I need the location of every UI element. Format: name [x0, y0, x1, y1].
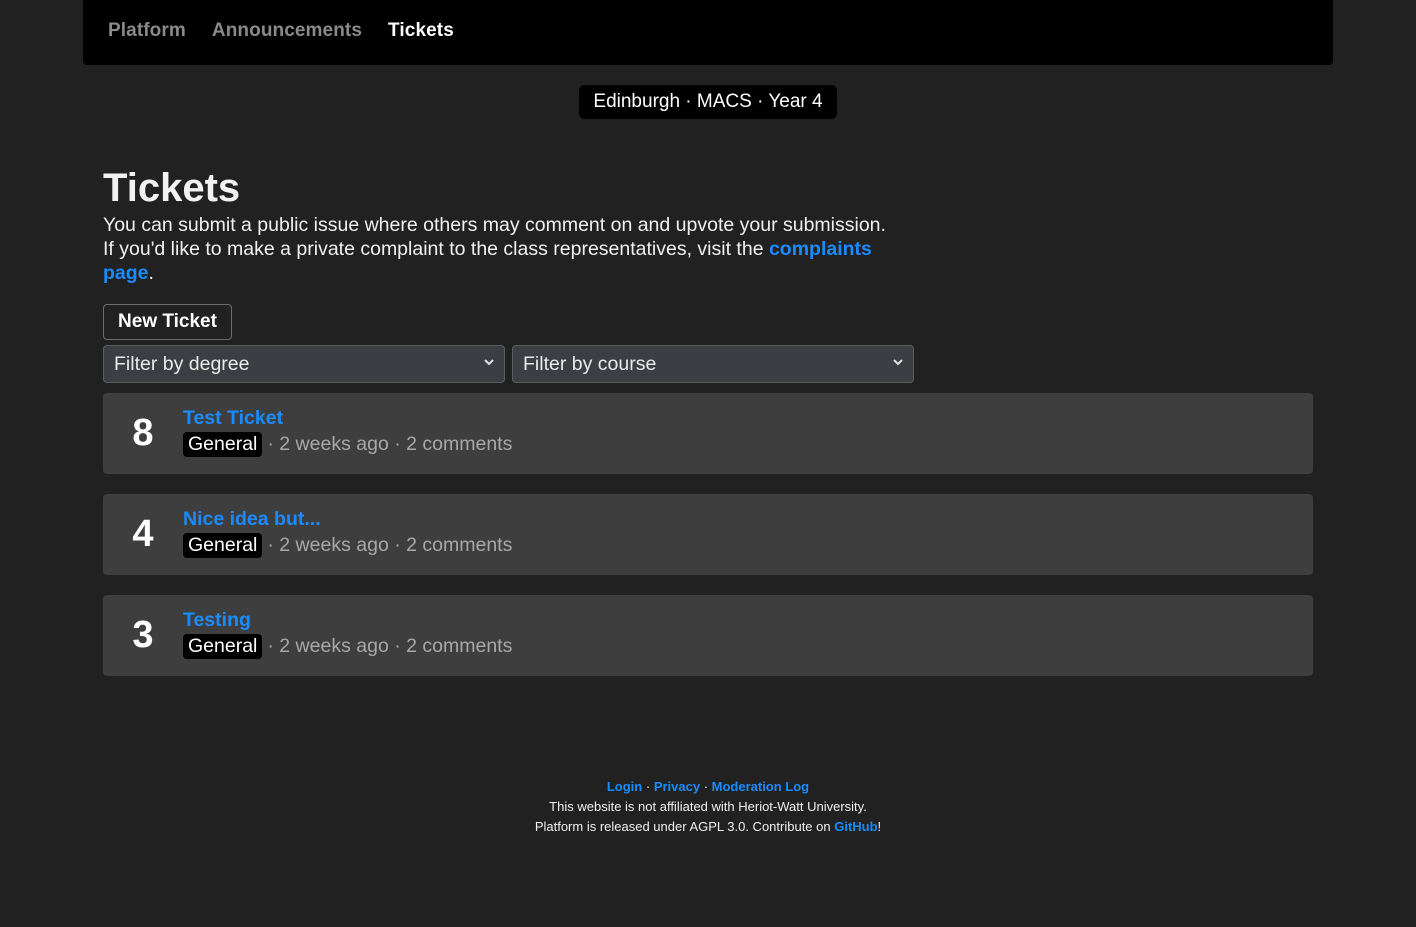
- footer-license-text: Platform is released under AGPL 3.0. Con…: [534, 819, 835, 834]
- intro-text-after: .: [148, 262, 154, 284]
- footer-github-link[interactable]: GitHub: [834, 819, 877, 834]
- course-filter-value: Filter by course: [523, 352, 657, 375]
- ticket-item[interactable]: 4 Nice idea but... General · 2 weeks ago…: [103, 494, 1313, 575]
- footer: Login · Privacy · Moderation Log This we…: [0, 777, 1416, 837]
- ticket-item[interactable]: 8 Test Ticket General · 2 weeks ago · 2 …: [103, 393, 1313, 474]
- ticket-tag: General: [183, 633, 263, 659]
- footer-moderation-log-link[interactable]: Moderation Log: [712, 779, 810, 794]
- ticket-title-link[interactable]: Testing: [183, 609, 512, 631]
- footer-links: Login · Privacy · Moderation Log: [0, 777, 1416, 797]
- top-navbar: Platform Announcements Tickets: [83, 0, 1333, 65]
- footer-separator: ·: [700, 779, 712, 794]
- degree-filter-value: Filter by degree: [114, 352, 250, 375]
- ticket-comments: 2 comments: [406, 432, 513, 455]
- ticket-title-link[interactable]: Nice idea but...: [183, 508, 512, 530]
- ticket-age: 2 weeks ago: [279, 533, 389, 556]
- footer-privacy-link[interactable]: Privacy: [654, 779, 700, 794]
- footer-license: Platform is released under AGPL 3.0. Con…: [0, 817, 1416, 837]
- intro-text: You can submit a public issue where othe…: [103, 213, 893, 285]
- ticket-age: 2 weeks ago: [279, 432, 389, 455]
- meta-separator: ·: [267, 432, 280, 455]
- filters-row: Filter by degree Filter by course: [103, 345, 1313, 383]
- meta-separator: ·: [388, 634, 407, 657]
- ticket-tag: General: [183, 532, 263, 558]
- meta-separator: ·: [267, 634, 280, 657]
- ticket-score: 8: [132, 412, 154, 454]
- ticket-item[interactable]: 3 Testing General · 2 weeks ago · 2 comm…: [103, 595, 1313, 676]
- ticket-body: Testing General · 2 weeks ago · 2 commen…: [183, 609, 513, 659]
- ticket-score: 4: [132, 513, 154, 555]
- page-title: Tickets: [103, 166, 241, 210]
- footer-separator: ·: [642, 779, 654, 794]
- ticket-body: Test Ticket General · 2 weeks ago · 2 co…: [183, 407, 513, 457]
- course-filter-select[interactable]: Filter by course: [512, 345, 914, 383]
- footer-license-end: !: [877, 819, 882, 834]
- new-ticket-button[interactable]: New Ticket: [103, 304, 232, 340]
- ticket-meta: General · 2 weeks ago · 2 comments: [183, 633, 513, 659]
- ticket-comments: 2 comments: [406, 634, 513, 657]
- chevron-down-icon: [484, 359, 494, 366]
- ticket-title-link[interactable]: Test Ticket: [183, 407, 512, 429]
- main-content: Tickets You can submit a public issue wh…: [103, 165, 1313, 676]
- ticket-meta: General · 2 weeks ago · 2 comments: [183, 532, 513, 558]
- nav-tickets[interactable]: Tickets: [388, 20, 454, 42]
- meta-separator: ·: [388, 533, 407, 556]
- ticket-meta: General · 2 weeks ago · 2 comments: [183, 431, 513, 457]
- nav-announcements[interactable]: Announcements: [212, 20, 362, 42]
- ticket-age: 2 weeks ago: [279, 634, 389, 657]
- meta-separator: ·: [388, 432, 407, 455]
- chevron-down-icon: [893, 359, 903, 366]
- ticket-list: 8 Test Ticket General · 2 weeks ago · 2 …: [103, 393, 1313, 676]
- ticket-tag: General: [183, 431, 263, 457]
- nav-platform[interactable]: Platform: [108, 20, 186, 42]
- ticket-body: Nice idea but... General · 2 weeks ago ·…: [183, 508, 513, 558]
- ticket-comments: 2 comments: [406, 533, 513, 556]
- ticket-score: 3: [132, 614, 154, 656]
- degree-filter-select[interactable]: Filter by degree: [103, 345, 505, 383]
- footer-disclaimer: This website is not affiliated with Heri…: [549, 799, 867, 814]
- meta-separator: ·: [267, 533, 280, 556]
- footer-login-link[interactable]: Login: [607, 779, 642, 794]
- context-badge: Edinburgh · MACS · Year 4: [579, 85, 837, 119]
